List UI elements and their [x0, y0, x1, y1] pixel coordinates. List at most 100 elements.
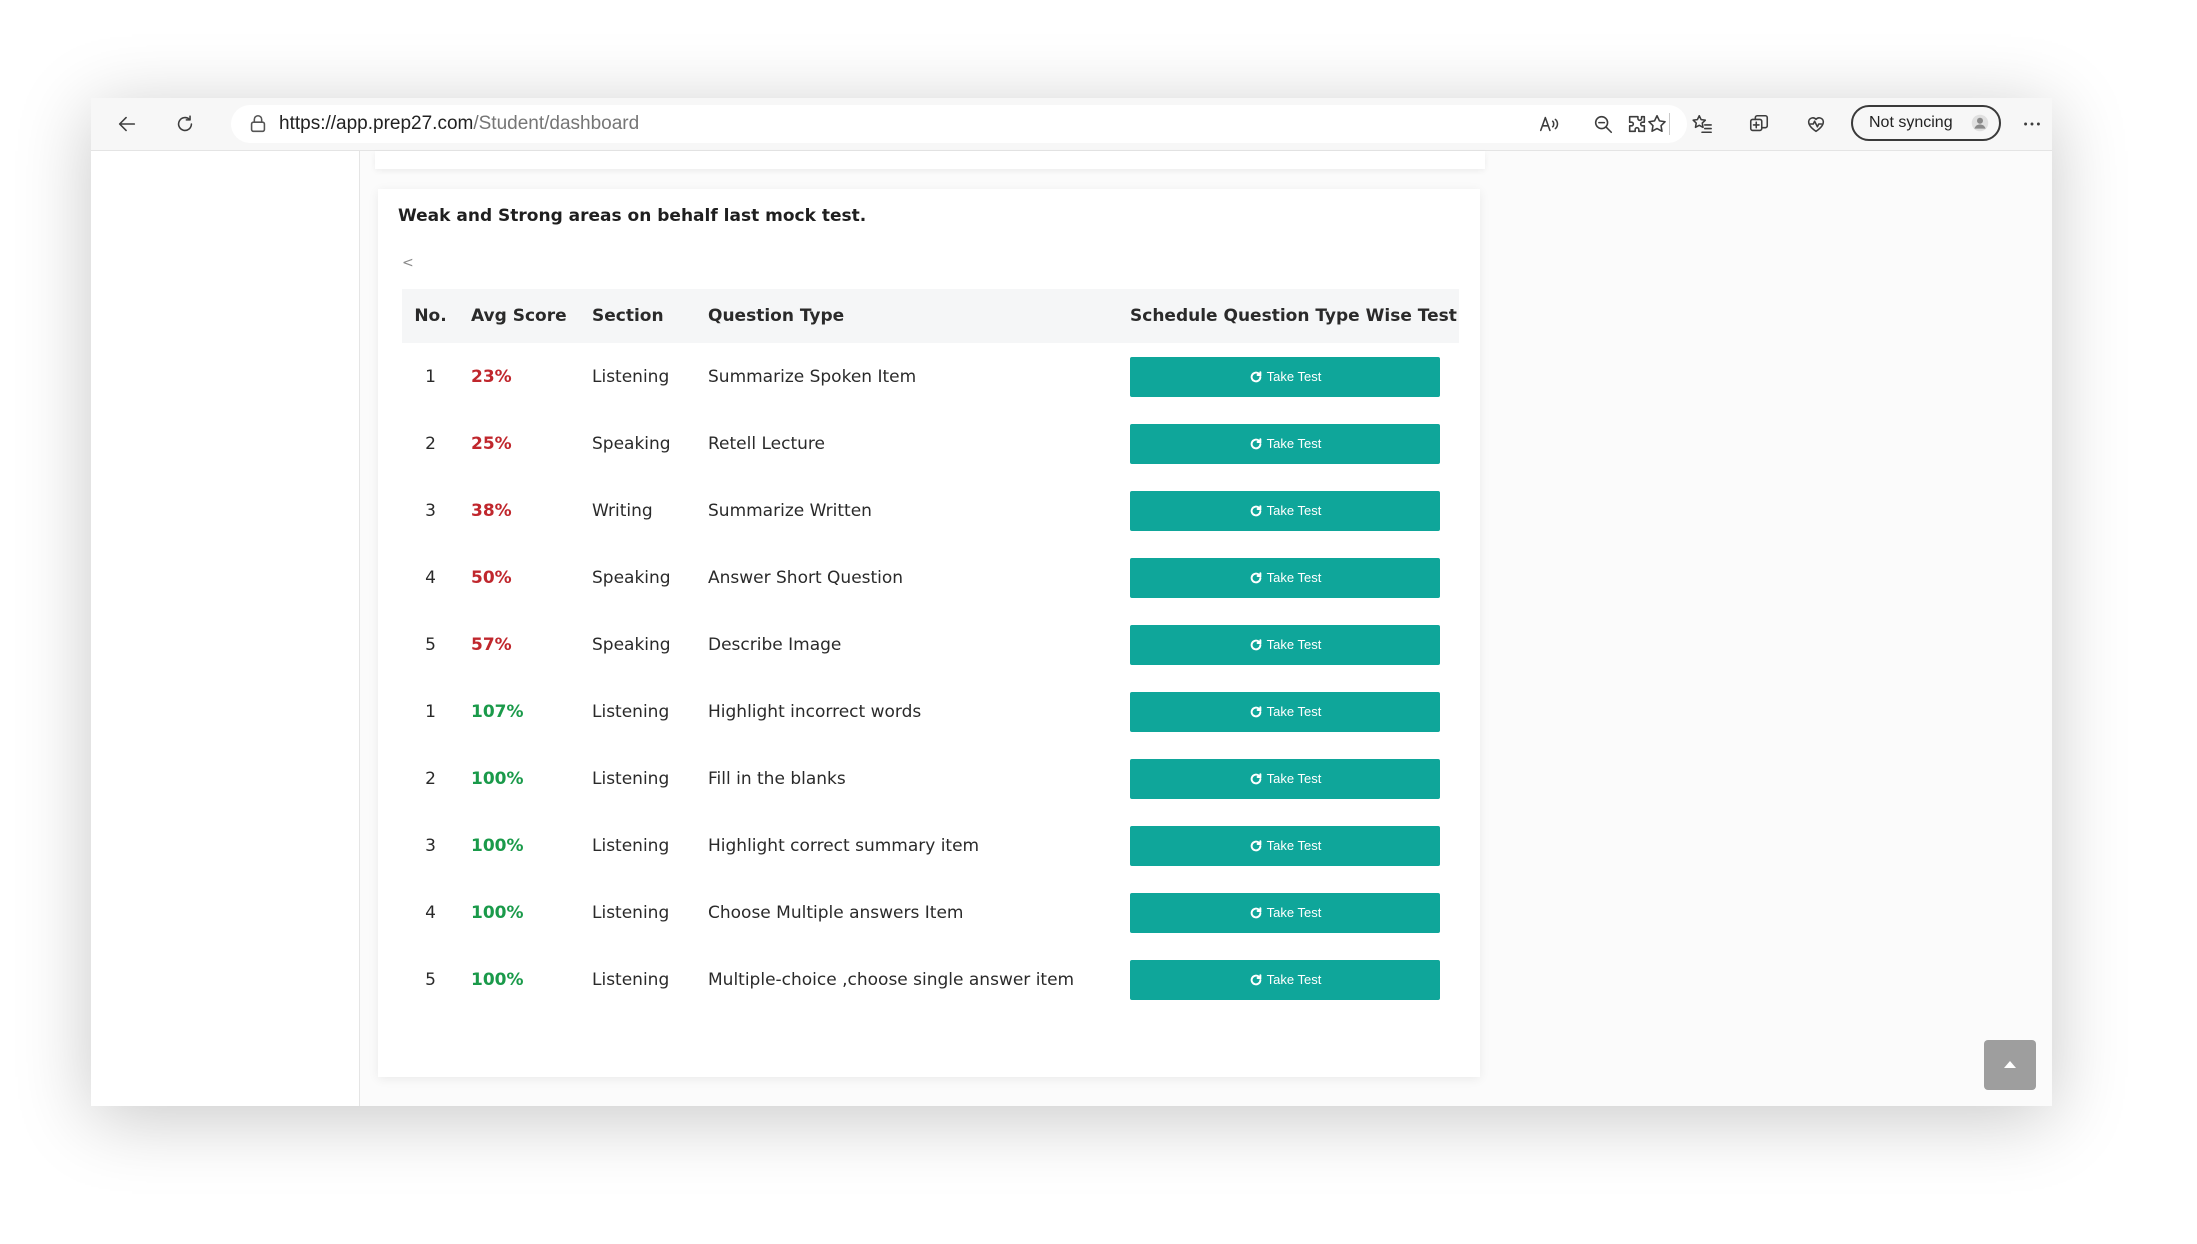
- question-type: Describe Image: [708, 634, 842, 655]
- read-aloud-icon[interactable]: [1533, 108, 1565, 140]
- refresh-icon[interactable]: [169, 108, 201, 140]
- table-row: 3 38% Writing Summarize Written Take Test: [402, 477, 1459, 544]
- schedule-cell: Take Test: [1118, 343, 1459, 410]
- table-row: 3 100% Listening Highlight correct summary …: [402, 812, 1459, 879]
- previous-card-edge: [375, 151, 1485, 169]
- avg-score: 57%: [471, 634, 512, 655]
- address-bar[interactable]: https://app.prep27.com/Student/dashboard: [231, 105, 1687, 143]
- section-name: Listening: [592, 969, 670, 990]
- table-row: 2 100% Listening Fill in the blanks Take Tes…: [402, 745, 1459, 812]
- redo-icon: [1250, 906, 1261, 918]
- table-row: 2 25% Speaking Retell Lecture Take Test: [402, 410, 1459, 477]
- section-name: Listening: [592, 768, 670, 789]
- question-type: Highlight correct summary item: [708, 835, 980, 856]
- favorites-icon[interactable]: [1686, 108, 1718, 140]
- question-type: Summarize Written: [708, 500, 872, 521]
- back-arrow-icon[interactable]: [111, 108, 143, 140]
- sync-label: Not syncing: [1869, 114, 1953, 131]
- take-test-label: Take Test: [1266, 838, 1322, 853]
- row-number: 3: [425, 835, 436, 856]
- take-test-button[interactable]: Take Test: [1130, 356, 1440, 397]
- schedule-cell: Take Test: [1118, 745, 1459, 812]
- redo-icon: [1250, 638, 1261, 650]
- row-number: 2: [425, 768, 436, 789]
- url-text[interactable]: https://app.prep27.com/Student/dashboard: [279, 113, 639, 135]
- row-number: 4: [425, 902, 436, 923]
- take-test-button[interactable]: Take Test: [1130, 557, 1440, 598]
- take-test-button[interactable]: Take Test: [1130, 423, 1440, 464]
- table-row: 4 50% Speaking Answer Short Question Take Te…: [402, 544, 1459, 611]
- page-viewport: Weak and Strong areas on behalf last moc…: [91, 151, 2052, 1106]
- puzzle-icon[interactable]: [1621, 108, 1653, 140]
- take-test-label: Take Test: [1266, 905, 1322, 920]
- left-sidebar: [91, 151, 360, 1106]
- take-test-button[interactable]: Take Test: [1130, 959, 1440, 1000]
- section-name: Speaking: [592, 567, 671, 588]
- chevron-up-icon: [2004, 1061, 2016, 1068]
- row-number: 2: [425, 433, 436, 454]
- redo-icon: [1250, 437, 1261, 449]
- table-row: 5 100% Listening Multiple-choice ,choose si…: [402, 946, 1459, 1013]
- avg-score: 100%: [471, 969, 524, 990]
- redo-icon: [1250, 973, 1261, 985]
- header-schedule-test: Schedule Question Type Wise Test: [1130, 306, 1457, 326]
- browser-toolbar: https://app.prep27.com/Student/dashboard: [91, 98, 2052, 151]
- sync-status-button[interactable]: Not syncing: [1851, 105, 2001, 141]
- row-number: 5: [425, 969, 436, 990]
- take-test-button[interactable]: Take Test: [1130, 825, 1440, 866]
- lock-icon[interactable]: [247, 113, 269, 135]
- avg-score: 107%: [471, 701, 524, 722]
- redo-icon: [1250, 370, 1261, 382]
- avg-score: 23%: [471, 366, 512, 387]
- row-number: 1: [425, 701, 436, 722]
- toolbar-separator: [1669, 113, 1670, 135]
- table-header-row: No. Avg Score Section Question Type Sche…: [402, 289, 1459, 343]
- question-type: Retell Lecture: [708, 433, 825, 454]
- avg-score: 100%: [471, 902, 524, 923]
- profile-avatar-icon: [1971, 114, 1989, 132]
- take-test-button[interactable]: Take Test: [1130, 892, 1440, 933]
- take-test-label: Take Test: [1266, 704, 1322, 719]
- section-name: Listening: [592, 902, 670, 923]
- scroll-left-indicator[interactable]: <: [402, 255, 414, 271]
- avg-score: 100%: [471, 835, 524, 856]
- redo-icon: [1250, 839, 1261, 851]
- row-number: 1: [425, 366, 436, 387]
- take-test-button[interactable]: Take Test: [1130, 758, 1440, 799]
- zoom-out-icon[interactable]: [1587, 108, 1619, 140]
- heart-pulse-icon[interactable]: [1800, 108, 1832, 140]
- weak-strong-card: Weak and Strong areas on behalf last moc…: [378, 189, 1480, 1077]
- question-type: Summarize Spoken Item: [708, 366, 917, 387]
- question-type: Choose Multiple answers Item: [708, 902, 964, 923]
- question-type: Fill in the blanks: [708, 768, 846, 789]
- row-number: 5: [425, 634, 436, 655]
- redo-icon: [1250, 772, 1261, 784]
- take-test-label: Take Test: [1266, 972, 1322, 987]
- more-icon[interactable]: [2016, 108, 2048, 140]
- card-title: Weak and Strong areas on behalf last moc…: [398, 206, 867, 226]
- section-name: Listening: [592, 366, 670, 387]
- schedule-cell: Take Test: [1118, 611, 1459, 678]
- avg-score: 25%: [471, 433, 512, 454]
- take-test-button[interactable]: Take Test: [1130, 490, 1440, 531]
- header-no: No.: [414, 306, 447, 326]
- take-test-button[interactable]: Take Test: [1130, 691, 1440, 732]
- take-test-label: Take Test: [1266, 369, 1322, 384]
- redo-icon: [1250, 504, 1261, 516]
- areas-table: No. Avg Score Section Question Type Sche…: [402, 289, 1459, 1013]
- question-type: Highlight incorrect words: [708, 701, 922, 722]
- avg-score: 38%: [471, 500, 512, 521]
- schedule-cell: Take Test: [1118, 946, 1459, 1013]
- header-question-type: Question Type: [708, 306, 845, 326]
- url-path: /Student/dashboard: [473, 113, 640, 134]
- collections-icon[interactable]: [1743, 108, 1775, 140]
- take-test-button[interactable]: Take Test: [1130, 624, 1440, 665]
- scroll-to-top-button[interactable]: [1984, 1040, 2036, 1090]
- section-name: Speaking: [592, 433, 671, 454]
- row-number: 3: [425, 500, 436, 521]
- redo-icon: [1250, 571, 1261, 583]
- schedule-cell: Take Test: [1118, 477, 1459, 544]
- table-body: 1 23% Listening Summarize Spoken Item Take T…: [402, 343, 1459, 1013]
- section-name: Listening: [592, 701, 670, 722]
- avg-score: 50%: [471, 567, 512, 588]
